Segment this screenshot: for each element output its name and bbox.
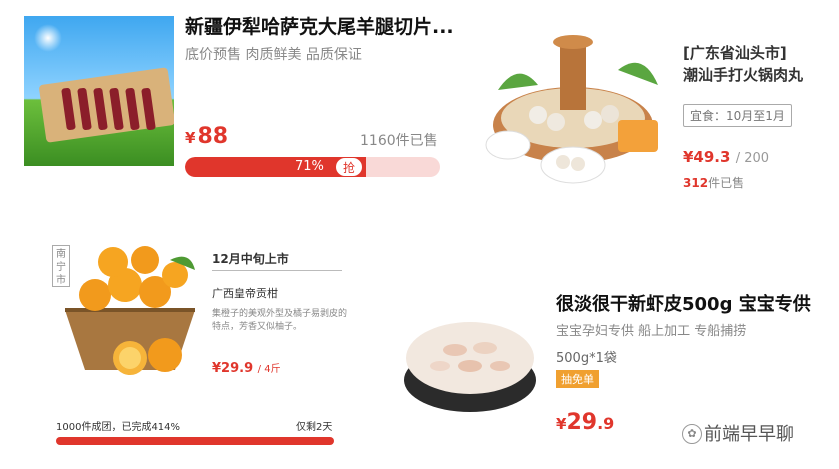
- product-price: ¥49.3 / 200: [683, 148, 770, 166]
- product-description: 集橙子的美观外型及橘子易剥皮的特点，芳香又似柚子。: [212, 309, 348, 332]
- orange-basket-image[interactable]: [55, 240, 205, 390]
- sold-count: 312件已售: [683, 176, 745, 190]
- lamb-leg-image[interactable]: [24, 16, 174, 166]
- time-remaining: 仅剩2天: [296, 422, 333, 433]
- product-title[interactable]: 很淡很干新虾皮500g 宝宝专供: [556, 290, 811, 316]
- product-price: ¥29.9: [556, 410, 615, 435]
- product-price: ¥29.9 / 4斤: [212, 361, 281, 376]
- product-subtitle: 底价预售 肉质鲜美 品质保证: [185, 47, 362, 63]
- product-title[interactable]: 潮汕手打火锅肉丸: [683, 64, 803, 85]
- watermark-text: 前端早早聊: [704, 424, 794, 445]
- listing-date: 12月中旬上市: [212, 252, 289, 266]
- product-region[interactable]: [广东省汕头市]: [683, 42, 787, 63]
- product-spec: 500g*1袋: [556, 351, 617, 366]
- product-subtitle: 宝宝孕妇专供 船上加工 专船捕捞: [556, 324, 747, 339]
- divider: [212, 270, 342, 271]
- product-price: ¥88: [185, 124, 229, 149]
- group-buy-progress-bar: [56, 437, 334, 445]
- hotpot-meatball-image[interactable]: [478, 30, 668, 190]
- progress-percent: 71%: [295, 159, 324, 174]
- season-tag: 宜食：10月至1月: [683, 104, 792, 127]
- sold-count: 1160件已售: [360, 133, 438, 149]
- group-buy-status: 1000件成团，已完成414%: [56, 422, 181, 433]
- product-title[interactable]: 广西皇帝贡柑: [212, 285, 278, 301]
- wechat-icon: ✿: [682, 424, 702, 444]
- free-order-badge[interactable]: 抽免单: [556, 370, 599, 388]
- dried-shrimp-image[interactable]: [400, 300, 540, 420]
- rush-buy-icon[interactable]: 抢: [335, 157, 363, 177]
- product-title[interactable]: 新疆伊犁哈萨克大尾羊腿切片...: [185, 12, 454, 39]
